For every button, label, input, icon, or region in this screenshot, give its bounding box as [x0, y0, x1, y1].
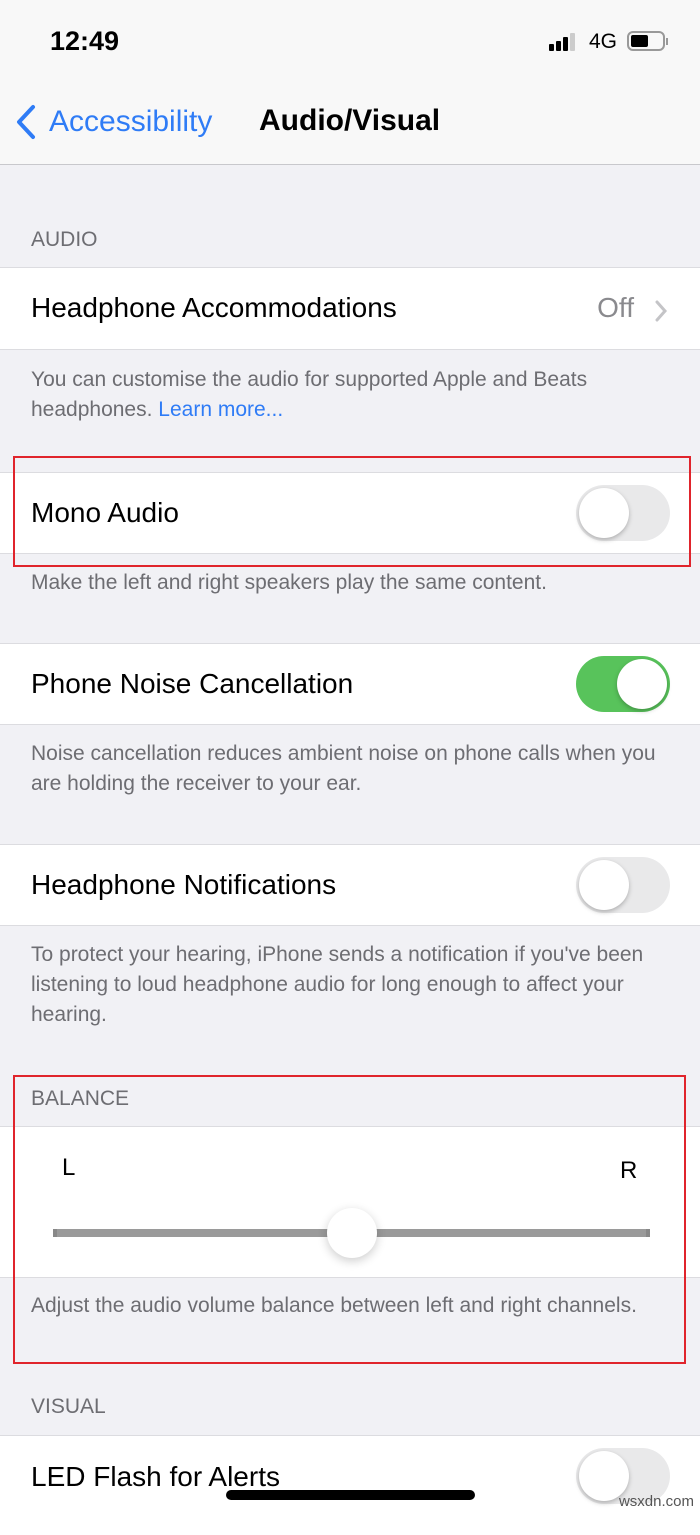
status-time: 12:49 [50, 26, 120, 56]
balance-left-label: L [62, 1154, 76, 1181]
battery-icon [627, 31, 668, 51]
balance-right-label: R [620, 1157, 638, 1184]
network-type: 4G [589, 30, 618, 53]
footer-text: You can customise the audio for supporte… [31, 368, 588, 421]
section-header-audio: AUDIO [31, 228, 98, 251]
headphone-accommodations-row[interactable]: Headphone Accommodations Off [0, 267, 700, 350]
balance-slider-thumb[interactable] [326, 1208, 377, 1258]
phone-noise-cancellation-row: Phone Noise Cancellation [0, 643, 700, 725]
led-flash-row: LED Flash for Alerts [0, 1435, 700, 1535]
headphone-accommodations-footer: You can customise the audio for supporte… [31, 365, 681, 425]
balance-row: L R [0, 1126, 700, 1278]
section-header-balance: BALANCE [31, 1087, 130, 1110]
mono-audio-footer: Make the left and right speakers play th… [31, 571, 547, 594]
row-label: Headphone Notifications [31, 869, 337, 900]
watermark: wsxdn.com [618, 1493, 694, 1510]
navigation-header [0, 0, 700, 165]
section-header-visual: VISUAL [31, 1395, 106, 1418]
home-indicator [226, 1490, 475, 1500]
row-value: Off [597, 292, 634, 323]
mono-audio-toggle[interactable] [576, 485, 670, 541]
phone-noise-footer: Noise cancellation reduces ambient noise… [31, 742, 656, 795]
learn-more-link[interactable]: Learn more... [158, 398, 283, 421]
chevron-left-icon [17, 105, 35, 139]
row-label: Mono Audio [31, 497, 179, 528]
row-label: Phone Noise Cancellation [31, 668, 354, 699]
page-title: Audio/Visual [259, 104, 441, 137]
balance-footer: Adjust the audio volume balance between … [31, 1294, 637, 1317]
row-label: LED Flash for Alerts [31, 1461, 280, 1492]
back-button[interactable]: Accessibility [15, 104, 212, 140]
signal-icon [549, 33, 575, 51]
phone-noise-cancellation-toggle[interactable] [576, 656, 670, 712]
headphone-notifications-footer: To protect your hearing, iPhone sends a … [31, 943, 644, 1026]
headphone-notifications-toggle[interactable] [576, 857, 670, 913]
chevron-right-icon [655, 300, 668, 322]
headphone-notifications-row: Headphone Notifications [0, 844, 700, 926]
row-label: Headphone Accommodations [31, 292, 397, 323]
mono-audio-row: Mono Audio [0, 472, 700, 554]
back-label: Accessibility [49, 105, 213, 138]
